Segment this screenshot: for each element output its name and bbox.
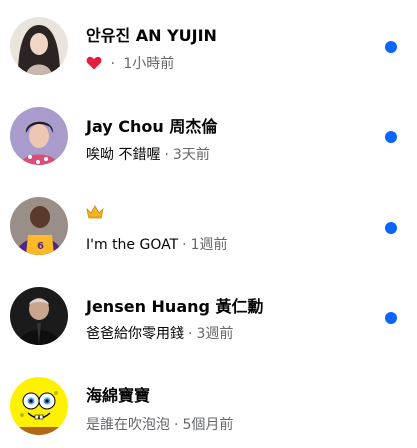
last-message: 爸爸給你零用錢: [86, 326, 184, 342]
last-message: 唉呦 不錯喔: [86, 147, 161, 163]
crown-icon: [86, 204, 104, 223]
unread-dot: [385, 131, 397, 143]
unread-dot: [385, 41, 397, 53]
conversation-item[interactable]: Jay Chou 周杰倫 唉呦 不錯喔 · 3天前: [0, 90, 417, 170]
separator: ·: [164, 147, 169, 163]
contact-name: [86, 204, 104, 223]
avatar: [10, 287, 68, 345]
last-message: 是誰在吹泡泡: [86, 417, 170, 433]
avatar: [10, 17, 68, 75]
svg-text:6: 6: [37, 241, 44, 252]
timestamp: 1週前: [190, 237, 228, 253]
last-message-line: 唉呦 不錯喔 · 3天前: [86, 144, 210, 164]
unread-dot: [385, 222, 397, 234]
heart-icon: [86, 56, 102, 74]
conversation-item[interactable]: 6 I'm the GOAT · 1週前: [0, 180, 417, 260]
last-message-line: · 1小時前: [86, 53, 174, 74]
last-message-line: 是誰在吹泡泡 · 5個月前: [86, 414, 233, 434]
avatar: [10, 107, 68, 165]
timestamp: 1小時前: [123, 56, 175, 72]
separator: ·: [110, 56, 115, 72]
avatar: [10, 377, 68, 435]
contact-name: 海綿寶寶: [86, 386, 151, 405]
timestamp: 3週前: [196, 326, 234, 342]
separator: ·: [174, 417, 179, 433]
avatar: 6: [10, 197, 68, 255]
contact-name: Jay Chou 周杰倫: [86, 117, 218, 136]
unread-dot: [385, 312, 397, 324]
last-message: I'm the GOAT: [86, 237, 179, 253]
timestamp: 5個月前: [182, 417, 234, 433]
separator: ·: [182, 237, 187, 253]
separator: ·: [188, 326, 193, 342]
conversation-item[interactable]: 안유진 AN YUJIN · 1小時前: [0, 0, 417, 80]
conversation-item[interactable]: Jensen Huang 黃仁勳 爸爸給你零用錢 · 3週前: [0, 270, 417, 350]
conversation-list: 안유진 AN YUJIN · 1小時前 Jay Chou 周杰倫 唉呦 不錯喔 …: [0, 0, 417, 448]
last-message-line: I'm the GOAT · 1週前: [86, 234, 228, 254]
timestamp: 3天前: [172, 147, 210, 163]
last-message-line: 爸爸給你零用錢 · 3週前: [86, 323, 233, 343]
contact-name: Jensen Huang 黃仁勳: [86, 297, 264, 316]
contact-name: 안유진 AN YUJIN: [86, 26, 217, 45]
conversation-item[interactable]: 海綿寶寶 是誰在吹泡泡 · 5個月前: [0, 360, 417, 440]
